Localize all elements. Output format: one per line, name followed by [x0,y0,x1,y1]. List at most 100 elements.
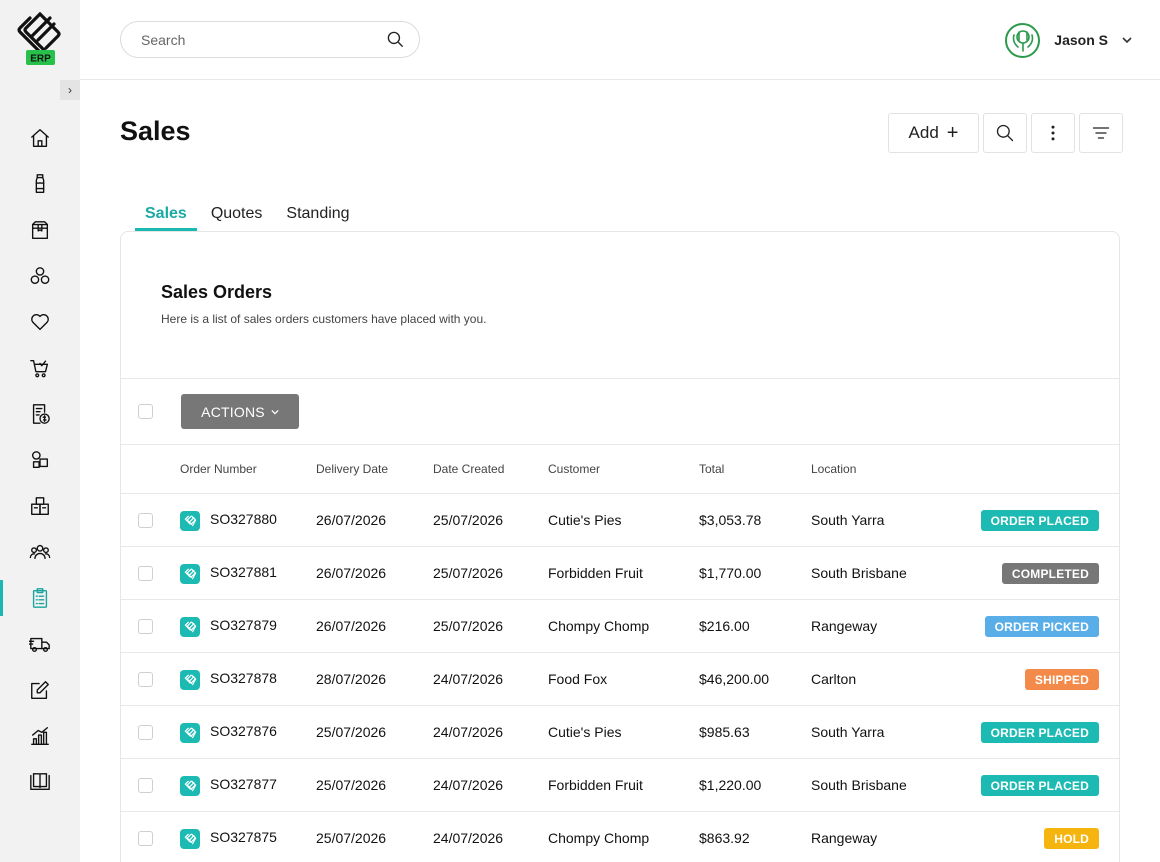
actions-dropdown-button[interactable]: ACTIONS [181,394,299,429]
table-header: Order Number Delivery Date Date Created … [121,445,1119,494]
filter-button[interactable] [1079,113,1123,153]
date-created-cell: 24/07/2026 [433,724,504,740]
sidebar-item-notes[interactable] [0,667,80,713]
sidebar-item-deliveries[interactable] [0,621,80,667]
order-logo-badge [180,776,200,796]
bottle-icon [35,174,45,193]
order-number-cell[interactable]: SO327876 [210,723,277,739]
status-badge: ORDER PLACED [980,775,1099,796]
delivery-date-cell: 28/07/2026 [316,671,387,687]
order-logo-badge [180,511,200,531]
table-row[interactable]: SO327879 26/07/2026 25/07/2026 Chompy Chomp… [121,600,1119,653]
location-cell: Carlton [811,671,857,687]
row-checkbox[interactable] [138,831,153,846]
sidebar-item-recipes[interactable] [0,759,80,805]
search-box[interactable] [120,21,420,58]
clipboard-list-icon [32,588,48,608]
page-title: Sales [120,116,191,146]
order-number-cell[interactable]: SO327877 [210,776,277,792]
sidebar-item-warehouse[interactable] [0,483,80,529]
tabs: Sales Quotes Standing [135,200,360,231]
heart-icon [31,314,49,331]
add-button[interactable]: Add + [888,113,979,153]
location-cell: South Yarra [811,724,885,740]
user-menu[interactable]: Jason S [1005,22,1132,58]
sidebar-item-purchasing[interactable] [0,345,80,391]
order-logo-icon [184,674,196,685]
card-title: Sales Orders [161,282,273,302]
row-checkbox[interactable] [138,619,153,634]
sidebar-item-favourites[interactable] [0,299,80,345]
status-badge: ORDER PLACED [980,722,1099,743]
avatar[interactable] [1005,22,1041,58]
search-button[interactable] [983,113,1027,153]
order-number-cell[interactable]: SO327875 [210,829,277,845]
sidebar-item-sales[interactable] [0,575,80,621]
sidebar-item-reports[interactable] [0,713,80,759]
table-row[interactable]: SO327876 25/07/2026 24/07/2026 Cutie's Pies… [121,706,1119,759]
ingredients-icon [30,267,50,285]
total-cell: $3,053.78 [699,512,762,528]
warehouse-icon [31,497,49,515]
order-number-cell[interactable]: SO327880 [210,511,277,527]
column-order-number[interactable]: Order Number [180,462,257,476]
column-customer[interactable]: Customer [548,462,600,476]
sidebar-item-customers[interactable] [0,529,80,575]
sidebar-collapse-button[interactable]: › [60,80,80,100]
select-all-checkbox[interactable] [138,404,153,419]
order-number-cell[interactable]: SO327879 [210,617,277,633]
filter-icon [1092,127,1110,139]
sidebar-nav [0,115,80,805]
table-row[interactable]: SO327881 26/07/2026 25/07/2026 Forbidden Fr… [121,547,1119,600]
tab-sales[interactable]: Sales [135,200,197,231]
customer-cell: Forbidden Fruit [548,565,643,581]
sidebar-item-home[interactable] [0,115,80,161]
location-cell: South Brisbane [811,777,907,793]
table-row[interactable]: SO327875 25/07/2026 24/07/2026 Chompy Chomp… [121,812,1119,862]
more-vertical-icon [1051,125,1055,141]
search-input[interactable] [141,31,386,48]
order-logo-badge [180,723,200,743]
customer-cell: Cutie's Pies [548,512,622,528]
more-options-button[interactable] [1031,113,1075,153]
logo-text: ERP [30,54,51,65]
sales-orders-card: Sales Orders Here is a list of sales ord… [120,231,1120,862]
chevron-down-icon[interactable] [1122,35,1132,45]
table-row[interactable]: SO327877 25/07/2026 24/07/2026 Forbidden Fr… [121,759,1119,812]
row-checkbox[interactable] [138,672,153,687]
total-cell: $1,220.00 [699,777,762,793]
total-cell: $863.92 [699,830,750,846]
sidebar-item-inventory[interactable] [0,207,80,253]
sidebar-item-invoices[interactable] [0,391,80,437]
search-icon[interactable] [386,30,405,49]
tab-standing[interactable]: Standing [276,200,359,231]
column-total[interactable]: Total [699,462,724,476]
customer-cell: Food Fox [548,671,608,687]
column-delivery-date[interactable]: Delivery Date [316,462,388,476]
erp-logo[interactable]: ERP [16,12,64,66]
delivery-date-cell: 25/07/2026 [316,830,387,846]
truck-icon [29,637,50,653]
table-row[interactable]: SO327880 26/07/2026 25/07/2026 Cutie's Pies… [121,494,1119,547]
order-number-cell[interactable]: SO327878 [210,670,277,686]
actions-label: ACTIONS [201,403,265,420]
column-date-created[interactable]: Date Created [433,462,504,476]
order-number-cell[interactable]: SO327881 [210,564,277,580]
sidebar-item-ingredients[interactable] [0,253,80,299]
column-location[interactable]: Location [811,462,856,476]
row-checkbox[interactable] [138,566,153,581]
sidebar-item-stock[interactable] [0,437,80,483]
status-badge: ORDER PLACED [980,510,1099,531]
table-row[interactable]: SO327878 28/07/2026 24/07/2026 Food Fox $46,… [121,653,1119,706]
bar-chart-icon [31,727,49,745]
row-checkbox[interactable] [138,778,153,793]
row-checkbox[interactable] [138,513,153,528]
edit-icon [31,681,49,699]
packages-icon [31,451,49,469]
customer-cell: Chompy Chomp [548,830,650,846]
sidebar-item-products[interactable] [0,161,80,207]
row-checkbox[interactable] [138,725,153,740]
tab-quotes[interactable]: Quotes [201,200,273,231]
order-logo-icon [184,621,196,632]
date-created-cell: 24/07/2026 [433,671,504,687]
